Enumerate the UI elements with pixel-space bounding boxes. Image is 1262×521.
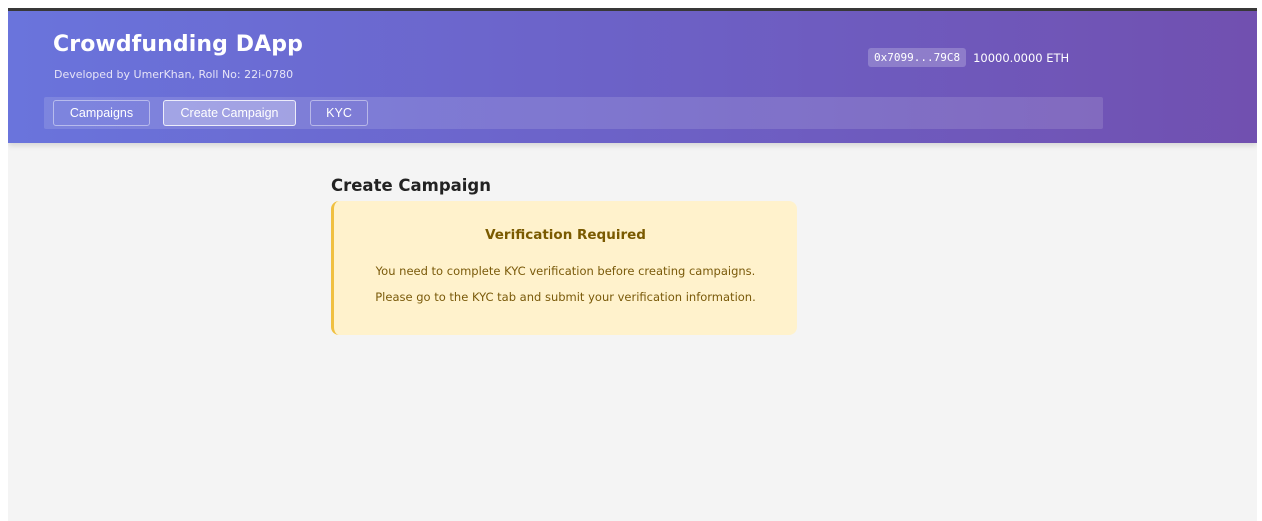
- app-subtitle: Developed by UmerKhan, Roll No: 22i-0780: [54, 68, 294, 81]
- tab-create-campaign[interactable]: Create Campaign: [163, 100, 296, 126]
- wallet-balance: 10000.0000 ETH: [973, 50, 1070, 65]
- alert-message-line-2: Please go to the KYC tab and submit your…: [375, 290, 756, 304]
- app-window: Crowdfunding DApp Developed by UmerKhan,…: [8, 8, 1257, 521]
- page-title: Create Campaign: [331, 176, 491, 195]
- wallet-address: 0x7099...79C8: [868, 48, 967, 67]
- tab-campaigns[interactable]: Campaigns: [53, 100, 150, 126]
- wallet-info: 0x7099...79C8 10000.0000 ETH: [868, 48, 1069, 67]
- verification-alert: Verification Required You need to comple…: [331, 201, 797, 335]
- tab-kyc[interactable]: KYC: [310, 100, 368, 126]
- alert-title: Verification Required: [485, 227, 646, 243]
- alert-message-line-1: You need to complete KYC verification be…: [375, 264, 756, 278]
- app-header: Crowdfunding DApp Developed by UmerKhan,…: [8, 11, 1257, 143]
- nav-tabs: Campaigns Create Campaign KYC: [44, 97, 1103, 129]
- app-title: Crowdfunding DApp: [53, 32, 303, 57]
